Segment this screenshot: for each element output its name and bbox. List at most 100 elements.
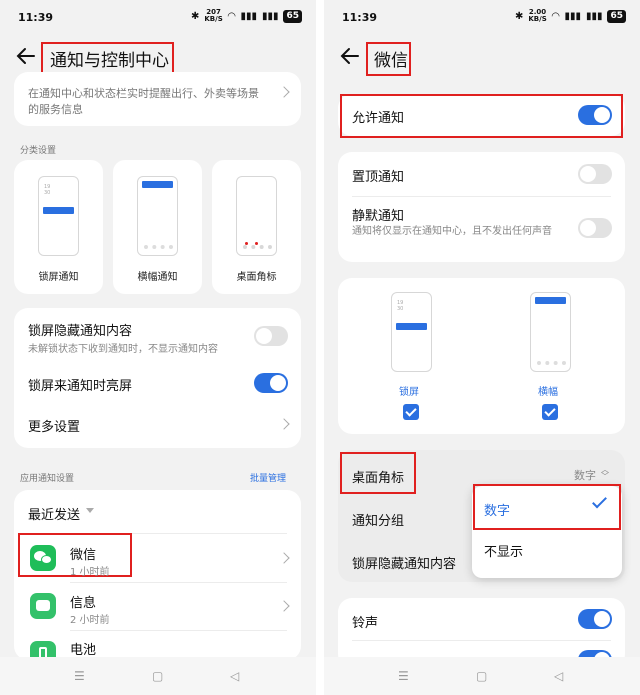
- wifi-icon: ◠: [551, 10, 560, 22]
- status-icons: ✱ 2.00 KB/S ◠ ▮▮▮ ▮▮▮ 65: [515, 9, 626, 23]
- signal-icon-1: ▮▮▮: [564, 10, 581, 22]
- style-lockscreen[interactable]: 19 30 锁屏: [374, 292, 444, 424]
- more-settings-label: 更多设置: [28, 420, 81, 435]
- category-banner[interactable]: 横幅通知: [113, 160, 202, 294]
- style-label: 锁屏: [399, 387, 419, 398]
- silent-notification-toggle[interactable]: [578, 218, 612, 238]
- signal-icon-1: ▮▮▮: [240, 10, 257, 22]
- allow-notification-toggle[interactable]: [578, 105, 612, 125]
- preview-clock: 19 30: [397, 300, 404, 312]
- allow-notification-card: 允许通知: [338, 94, 625, 136]
- network-speed: 207 KB/S: [204, 8, 223, 23]
- hide-content-toggle[interactable]: [254, 326, 288, 346]
- chevron-right-icon: [278, 600, 290, 612]
- menu-icon[interactable]: ☰: [74, 669, 85, 683]
- pin-notification-toggle[interactable]: [578, 164, 612, 184]
- section-header-category: 分类设置: [20, 146, 57, 156]
- category-label: 锁屏通知: [38, 272, 79, 283]
- hide-content-desc: 未解锁状态下收到通知时，不显示通知内容: [28, 344, 218, 355]
- popup-option-label: 数字: [484, 504, 511, 519]
- app-row-wechat[interactable]: 微信 1 小时前: [14, 536, 301, 580]
- page-title: 通知与控制中心: [50, 51, 169, 71]
- app-time: 1 小时前: [70, 567, 110, 578]
- banner-checkbox[interactable]: [542, 404, 558, 420]
- battery-icon: 65: [283, 9, 302, 23]
- network-speed: 2.00 KB/S: [528, 8, 547, 23]
- status-bar: 11:39 ✱ 2.00 KB/S ◠ ▮▮▮ ▮▮▮ 65: [324, 0, 640, 36]
- signal-icon-2: ▮▮▮: [585, 10, 603, 22]
- wake-screen-label: 锁屏来通知时亮屏: [28, 379, 133, 394]
- home-icon[interactable]: ▢: [476, 669, 487, 683]
- badge-label: 桌面角标: [352, 471, 405, 486]
- preview-clock: 19 30: [44, 184, 51, 196]
- lockscreen-checkbox[interactable]: [403, 404, 419, 420]
- status-icons: ✱ 207 KB/S ◠ ▮▮▮ ▮▮▮ 65: [191, 9, 302, 23]
- messages-icon: [30, 593, 56, 619]
- popup-option-number[interactable]: 数字: [472, 486, 622, 528]
- header: 微信: [324, 40, 640, 78]
- notification-group-label: 通知分组: [352, 514, 405, 529]
- sort-dropdown[interactable]: 最近发送: [28, 504, 148, 524]
- app-row-messages[interactable]: 信息 2 小时前: [14, 584, 301, 628]
- sort-label: 最近发送: [28, 508, 81, 523]
- checkmark-icon: [592, 493, 607, 509]
- silent-notification-desc: 通知将仅显示在通知中心，且不发出任何声音: [352, 226, 552, 237]
- popup-option-hide[interactable]: 不显示: [472, 534, 622, 574]
- battery-icon: 65: [607, 9, 626, 23]
- menu-icon[interactable]: ☰: [398, 669, 409, 683]
- bluetooth-icon: ✱: [514, 10, 524, 22]
- divider: [352, 196, 611, 197]
- popup-option-label: 不显示: [484, 545, 524, 560]
- system-nav-bar: ☰ ▢ ◁: [0, 657, 316, 695]
- wake-screen-toggle[interactable]: [254, 373, 288, 393]
- allow-notification-label: 允许通知: [352, 111, 405, 126]
- ringtone-label: 铃声: [352, 616, 379, 631]
- back-icon[interactable]: ◁: [230, 669, 239, 683]
- preview-banner-bar: [43, 207, 74, 214]
- category-badge[interactable]: 桌面角标: [212, 160, 301, 294]
- divider: [28, 533, 287, 534]
- section-header-apps: 应用通知设置: [20, 474, 75, 484]
- badge-dot: [245, 242, 248, 245]
- home-icon[interactable]: ▢: [152, 669, 163, 683]
- service-info-card[interactable]: 在通知中心和状态栏实时提醒出行、外卖等场景的服务信息: [14, 72, 301, 126]
- back-icon[interactable]: ◁: [554, 669, 563, 683]
- bluetooth-icon: ✱: [190, 10, 200, 22]
- lockscreen-preview: 19 30: [38, 176, 79, 256]
- app-name: 信息: [70, 596, 97, 611]
- category-row: 19 30 锁屏通知 横幅通知 桌面角标: [14, 160, 301, 294]
- app-name: 微信: [70, 548, 97, 563]
- category-lockscreen[interactable]: 19 30 锁屏通知: [14, 160, 103, 294]
- badge-value: 数字: [574, 469, 596, 482]
- hide-content-label: 锁屏隐藏通知内容: [28, 324, 133, 339]
- preview-dock: [144, 245, 173, 249]
- status-bar: 11:39 ✱ 207 KB/S ◠ ▮▮▮ ▮▮▮ 65: [0, 0, 316, 36]
- signal-icon-2: ▮▮▮: [261, 10, 279, 22]
- style-banner[interactable]: 横幅: [513, 292, 583, 424]
- wifi-icon: ◠: [227, 10, 236, 22]
- divider: [352, 640, 611, 641]
- service-info-desc: 在通知中心和状态栏实时提醒出行、外卖等场景的服务信息: [28, 87, 259, 116]
- pin-notification-label: 置顶通知: [352, 170, 405, 185]
- status-time: 11:39: [342, 11, 378, 24]
- notification-style-card: 19 30 锁屏 横幅: [338, 278, 625, 434]
- badge-dot: [255, 242, 258, 245]
- system-nav-bar: ☰ ▢ ◁: [324, 657, 640, 695]
- back-arrow-icon[interactable]: [338, 44, 362, 68]
- hide-content-label: 锁屏隐藏通知内容: [352, 557, 457, 572]
- status-time: 11:39: [18, 11, 54, 24]
- lock-settings-card: 锁屏隐藏通知内容 未解锁状态下收到通知时，不显示通知内容 锁屏来通知时亮屏 更多…: [14, 308, 301, 448]
- preview-dock: [243, 245, 272, 249]
- app-list-card: 最近发送 微信 1 小时前 信息 2 小时前 电池: [14, 490, 301, 660]
- app-time: 2 小时前: [70, 615, 110, 626]
- caret-down-icon: [86, 508, 94, 513]
- app-row-battery[interactable]: 电池: [14, 632, 301, 660]
- batch-manage-link[interactable]: 批量管理: [250, 471, 286, 484]
- ringtone-toggle[interactable]: [578, 609, 612, 629]
- preview-banner-bar: [142, 181, 173, 188]
- chevron-right-icon: [278, 552, 290, 564]
- badge-options-popup: 数字 不显示: [472, 486, 622, 578]
- more-settings-row[interactable]: 更多设置: [14, 404, 301, 444]
- banner-preview: [137, 176, 178, 256]
- back-arrow-icon[interactable]: [14, 44, 38, 68]
